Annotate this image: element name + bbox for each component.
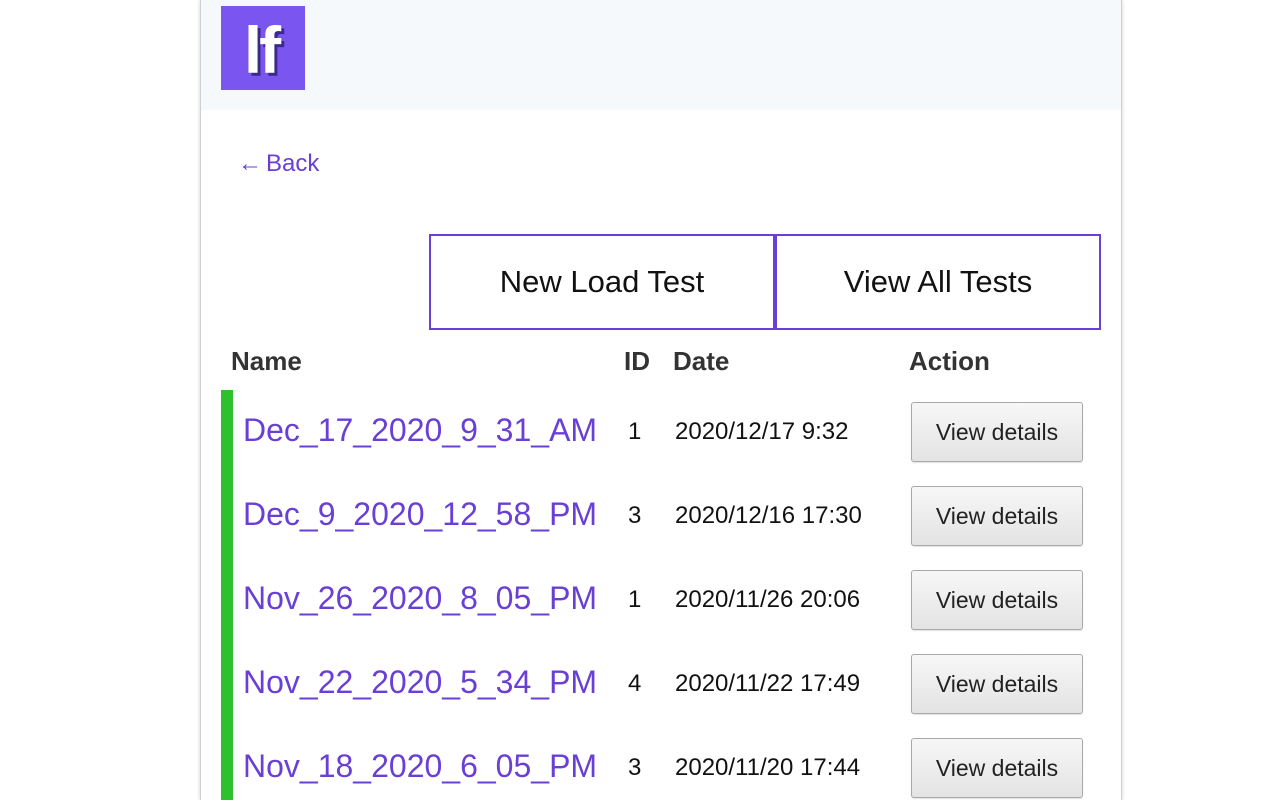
view-details-button[interactable]: View details [911, 486, 1083, 546]
logo-text: lf [243, 13, 281, 87]
test-date: 2020/11/20 17:44 [675, 754, 861, 781]
test-name-link[interactable]: Dec_17_2020_9_31_AM [243, 412, 597, 449]
back-arrow-icon: ← [238, 150, 262, 177]
test-name-link[interactable]: Nov_18_2020_6_05_PM [243, 748, 597, 785]
status-indicator [221, 726, 233, 800]
app-header: lf [201, 0, 1121, 110]
test-id: 3 [628, 502, 642, 529]
column-header-id: ID [624, 346, 650, 376]
test-date: 2020/12/16 17:30 [675, 502, 862, 529]
status-indicator [221, 390, 233, 474]
view-all-tests-button[interactable]: View All Tests [775, 234, 1101, 330]
test-name-link[interactable]: Nov_26_2020_8_05_PM [243, 580, 597, 617]
test-name-link[interactable]: Dec_9_2020_12_58_PM [243, 496, 597, 533]
view-details-button[interactable]: View details [911, 402, 1083, 462]
test-id: 1 [628, 418, 642, 445]
column-header-date: Date [673, 346, 730, 376]
table-row: Nov_22_2020_5_34_PM 4 2020/11/22 17:49 V… [221, 642, 1101, 726]
status-indicator [221, 558, 233, 642]
test-date: 2020/11/26 20:06 [675, 586, 861, 613]
test-date: 2020/11/22 17:49 [675, 670, 861, 697]
test-id: 3 [628, 754, 642, 781]
new-load-test-button[interactable]: New Load Test [429, 234, 775, 330]
test-id: 4 [628, 670, 642, 697]
back-link[interactable]: ← Back [238, 150, 319, 178]
table-row: Nov_26_2020_8_05_PM 1 2020/11/26 20:06 V… [221, 558, 1101, 642]
test-id: 1 [628, 586, 642, 613]
column-header-name: Name [231, 346, 302, 376]
view-details-button[interactable]: View details [911, 570, 1083, 630]
test-date: 2020/12/17 9:32 [675, 418, 849, 445]
back-label: Back [266, 150, 320, 177]
test-name-link[interactable]: Nov_22_2020_5_34_PM [243, 664, 597, 701]
status-indicator [221, 474, 233, 558]
app-logo[interactable]: lf [221, 6, 305, 90]
status-indicator [221, 642, 233, 726]
column-header-action: Action [909, 346, 990, 376]
table-row: Dec_17_2020_9_31_AM 1 2020/12/17 9:32 Vi… [221, 390, 1101, 474]
view-details-button[interactable]: View details [911, 654, 1083, 714]
table-row: Dec_9_2020_12_58_PM 3 2020/12/16 17:30 V… [221, 474, 1101, 558]
main-panel: lf ← Back New Load Test View All Tests Na… [200, 0, 1122, 800]
view-details-button[interactable]: View details [911, 738, 1083, 798]
table-row: Nov_18_2020_6_05_PM 3 2020/11/20 17:44 V… [221, 726, 1101, 800]
